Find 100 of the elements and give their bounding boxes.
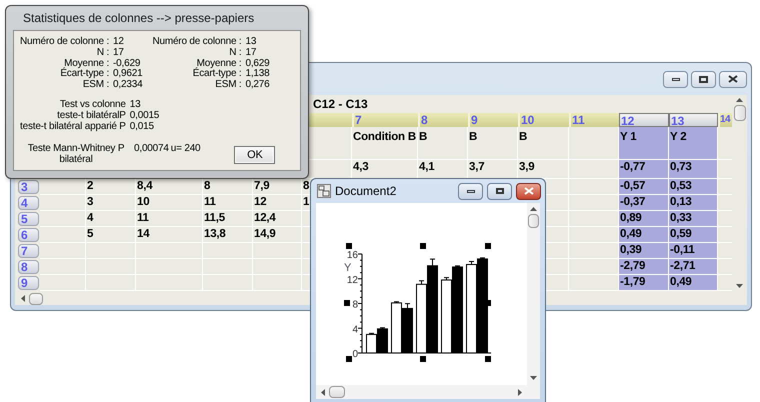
table-cell: 12,4 <box>253 211 302 227</box>
bar <box>366 334 377 354</box>
stat-label: ESM : <box>82 80 110 91</box>
column-header[interactable]: 12 <box>619 113 669 127</box>
table-cell: 5 <box>86 227 136 243</box>
table-cell <box>136 243 203 259</box>
table-cell <box>40 227 86 243</box>
test-label: Teste Mann-Whitney P bilatéral <box>26 144 126 166</box>
close-icon <box>728 75 738 83</box>
bar <box>402 308 413 354</box>
scroll-thumb[interactable] <box>734 105 746 121</box>
column-header[interactable]: 9 <box>468 113 518 127</box>
table-cell: 13,8 <box>203 227 253 243</box>
close-icon <box>524 187 534 195</box>
table-cell: 0,39 <box>619 243 669 259</box>
stat-value: -0,629 <box>113 58 142 69</box>
table-cell: 10 <box>136 195 203 211</box>
tick-label: 12 <box>346 274 358 286</box>
close-button[interactable] <box>719 70 747 88</box>
selection-handle[interactable] <box>485 356 491 362</box>
horizontal-scrollbar[interactable] <box>316 385 540 399</box>
scroll-up-icon[interactable] <box>530 207 537 211</box>
stat-value: 0,629 <box>245 58 270 69</box>
test-value: 0,015 <box>130 122 155 132</box>
selection-handle[interactable] <box>346 243 352 249</box>
stat-label: Écart-type : <box>59 69 110 80</box>
table-cell: -0,77 <box>619 160 669 179</box>
row-header[interactable]: 7 <box>18 244 39 258</box>
dialog-title: Statistiques de colonnes --> presse-papiers <box>23 10 254 27</box>
vertical-scrollbar[interactable] <box>527 203 540 385</box>
bar <box>391 302 402 354</box>
maximize-button[interactable] <box>487 182 512 200</box>
row-header[interactable]: 3 <box>18 180 39 194</box>
scroll-left-icon[interactable] <box>21 295 25 302</box>
table-cell: Y 1 <box>619 127 669 160</box>
error-bar <box>444 277 450 280</box>
row-header[interactable]: 6 <box>18 228 39 242</box>
column-header[interactable]: 7 <box>352 113 418 127</box>
stat-label: Écart-type : <box>192 69 242 80</box>
test-label: Test vs colonne <box>58 100 126 110</box>
table-cell <box>86 243 136 259</box>
row-header[interactable]: 8 <box>18 260 39 274</box>
row-header[interactable]: 4 <box>18 196 39 210</box>
table-cell: -0,37 <box>619 195 669 211</box>
maximize-button[interactable] <box>691 70 716 88</box>
test-label: teste-t bilatéral apparié P <box>20 122 126 132</box>
table-cell: 0,89 <box>619 211 669 227</box>
table-cell: Y 2 <box>669 127 718 160</box>
minimize-button[interactable] <box>458 182 483 200</box>
selection-handle[interactable] <box>485 243 491 249</box>
close-button[interactable] <box>516 182 541 200</box>
ok-button[interactable]: OK <box>234 146 276 164</box>
table-cell <box>40 275 86 291</box>
table-cell <box>40 195 86 211</box>
bar <box>416 284 427 354</box>
table-cell <box>203 259 253 275</box>
scroll-thumb[interactable] <box>29 292 43 304</box>
test-value: 13 <box>130 100 142 111</box>
stat-value: 17 <box>113 48 125 59</box>
table-cell: 0,59 <box>669 227 718 243</box>
table-cell: -0,11 <box>669 243 718 259</box>
selection-handle[interactable] <box>346 356 352 362</box>
stat-label: N : <box>228 48 242 59</box>
selection-handle[interactable] <box>420 243 426 249</box>
selection-handle[interactable] <box>485 300 491 306</box>
scroll-up-icon[interactable] <box>736 98 743 102</box>
table-cell <box>203 243 253 259</box>
scroll-down-icon[interactable] <box>736 284 743 288</box>
table-cell: 0,13 <box>669 195 718 211</box>
table-cell: 4 <box>86 211 136 227</box>
table-cell <box>40 259 86 275</box>
column-header[interactable]: 13 <box>669 113 718 127</box>
tick-label: 16 <box>346 250 358 261</box>
row-header[interactable]: 9 <box>18 276 39 290</box>
table-cell: B <box>518 127 569 160</box>
test-label: teste-t bilatéralP <box>56 110 126 122</box>
table-cell: 0,49 <box>669 275 718 291</box>
scroll-left-icon[interactable] <box>321 388 325 396</box>
stat-label: ESM : <box>214 80 242 91</box>
scroll-down-icon[interactable] <box>530 376 537 380</box>
stat-label: N : <box>96 48 110 59</box>
minimize-icon <box>672 78 680 80</box>
scroll-right-icon[interactable] <box>518 388 522 396</box>
row-header[interactable]: 5 <box>18 212 39 226</box>
stat-label: Numéro de colonne : <box>20 37 110 48</box>
minimize-icon <box>466 190 474 192</box>
selection-handle[interactable] <box>420 356 426 362</box>
stat-value: 0,2334 <box>113 80 142 91</box>
column-header[interactable]: 10 <box>518 113 569 127</box>
table-cell: B <box>468 127 518 160</box>
column-header[interactable]: 8 <box>418 113 468 127</box>
scroll-thumb[interactable] <box>528 214 539 228</box>
axis-label: Y <box>344 262 352 274</box>
minimize-button[interactable] <box>663 70 688 88</box>
table-cell: 11,5 <box>203 211 253 227</box>
column-header[interactable]: 14 <box>718 113 732 127</box>
scroll-thumb[interactable] <box>329 386 345 398</box>
selection-handle[interactable] <box>344 300 350 306</box>
column-header[interactable]: 11 <box>569 113 619 127</box>
range-label: C12 - C13 <box>313 96 368 113</box>
